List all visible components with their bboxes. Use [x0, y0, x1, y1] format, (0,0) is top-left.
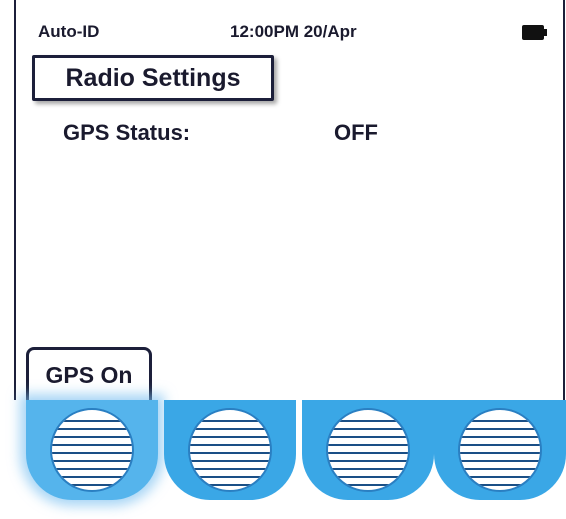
grille-slat: [460, 468, 540, 470]
grille-slat: [460, 444, 540, 446]
grille-slat: [52, 460, 132, 462]
status-bar: Auto-ID 12:00PM 20/Apr: [16, 0, 563, 62]
softkey-2-button[interactable]: [164, 400, 296, 500]
speaker-grille-icon: [326, 408, 410, 492]
grille-slat: [52, 436, 132, 438]
grille-slat: [190, 428, 270, 430]
grille-slat: [460, 436, 540, 438]
grille-slat: [52, 484, 132, 486]
grille-slat: [190, 436, 270, 438]
grille-slat: [190, 484, 270, 486]
grille-slat: [328, 428, 408, 430]
grille-slat: [190, 452, 270, 454]
grille-slat: [190, 460, 270, 462]
softkey-label-gps-on[interactable]: GPS On: [26, 347, 152, 401]
gps-status-label: GPS Status:: [63, 120, 191, 145]
softkey-1-button[interactable]: [26, 400, 158, 500]
speaker-grille-icon: [188, 408, 272, 492]
grille-slat: [460, 476, 540, 478]
grille-slat: [460, 484, 540, 486]
battery-icon: [522, 25, 547, 40]
screen-title: Radio Settings: [32, 55, 274, 101]
grille-slat: [52, 420, 132, 422]
grille-slat: [52, 468, 132, 470]
grille-slat: [52, 444, 132, 446]
grille-slat: [328, 476, 408, 478]
softkey-3-button[interactable]: [302, 400, 434, 500]
grille-slat: [460, 452, 540, 454]
grille-slat: [190, 420, 270, 422]
grille-slat: [190, 476, 270, 478]
grille-slat: [52, 428, 132, 430]
gps-status-value: OFF: [334, 120, 378, 145]
softkey-4-button[interactable]: [434, 400, 566, 500]
device-screen: Auto-ID 12:00PM 20/Apr Radio Settings GP…: [14, 0, 565, 401]
grille-slat: [328, 484, 408, 486]
grille-slat: [328, 468, 408, 470]
grille-slat: [460, 428, 540, 430]
grille-slat: [190, 468, 270, 470]
grille-slat: [328, 436, 408, 438]
grille-slat: [328, 420, 408, 422]
grille-slat: [460, 460, 540, 462]
grille-slat: [328, 444, 408, 446]
speaker-grille-icon: [50, 408, 134, 492]
grille-slat: [190, 444, 270, 446]
mode-indicator: Auto-ID: [38, 22, 100, 41]
softkey-row: [0, 400, 566, 519]
grille-slat: [52, 452, 132, 454]
speaker-grille-icon: [458, 408, 542, 492]
grille-slat: [460, 420, 540, 422]
time-date: 12:00PM 20/Apr: [230, 22, 357, 41]
grille-slat: [52, 476, 132, 478]
grille-slat: [328, 460, 408, 462]
grille-slat: [328, 452, 408, 454]
